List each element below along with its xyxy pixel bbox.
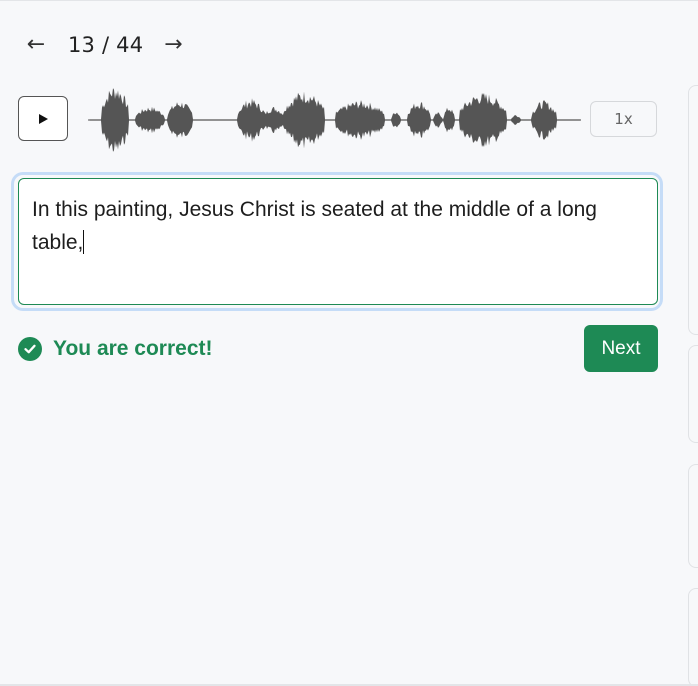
side-panel-card — [688, 85, 698, 335]
text-caret — [83, 230, 85, 254]
next-button[interactable]: Next — [584, 325, 658, 372]
side-panel-card — [688, 345, 698, 443]
audio-waveform[interactable] — [88, 81, 582, 159]
play-button[interactable] — [18, 96, 68, 141]
answer-textarea[interactable]: In this painting, Jesus Christ is seated… — [18, 178, 658, 305]
answer-text: In this painting, Jesus Christ is seated… — [32, 198, 597, 254]
exercise-navigation: ← 13 / 44 → — [24, 29, 185, 61]
side-panel-card — [688, 588, 698, 686]
dictation-page: ← 13 / 44 → 1x In this painting, Jesus C… — [0, 0, 698, 686]
play-icon — [39, 113, 48, 124]
feedback-text: You are correct! — [53, 337, 213, 360]
waveform-shape — [88, 88, 581, 152]
previous-arrow-icon[interactable]: ← — [24, 34, 48, 56]
next-arrow-icon[interactable]: → — [161, 34, 185, 56]
side-panel-card — [688, 464, 698, 568]
exercise-counter: 13 / 44 — [68, 33, 144, 57]
playback-speed-button[interactable]: 1x — [590, 101, 657, 137]
feedback-message: You are correct! — [18, 337, 213, 361]
check-circle-icon — [18, 337, 42, 361]
